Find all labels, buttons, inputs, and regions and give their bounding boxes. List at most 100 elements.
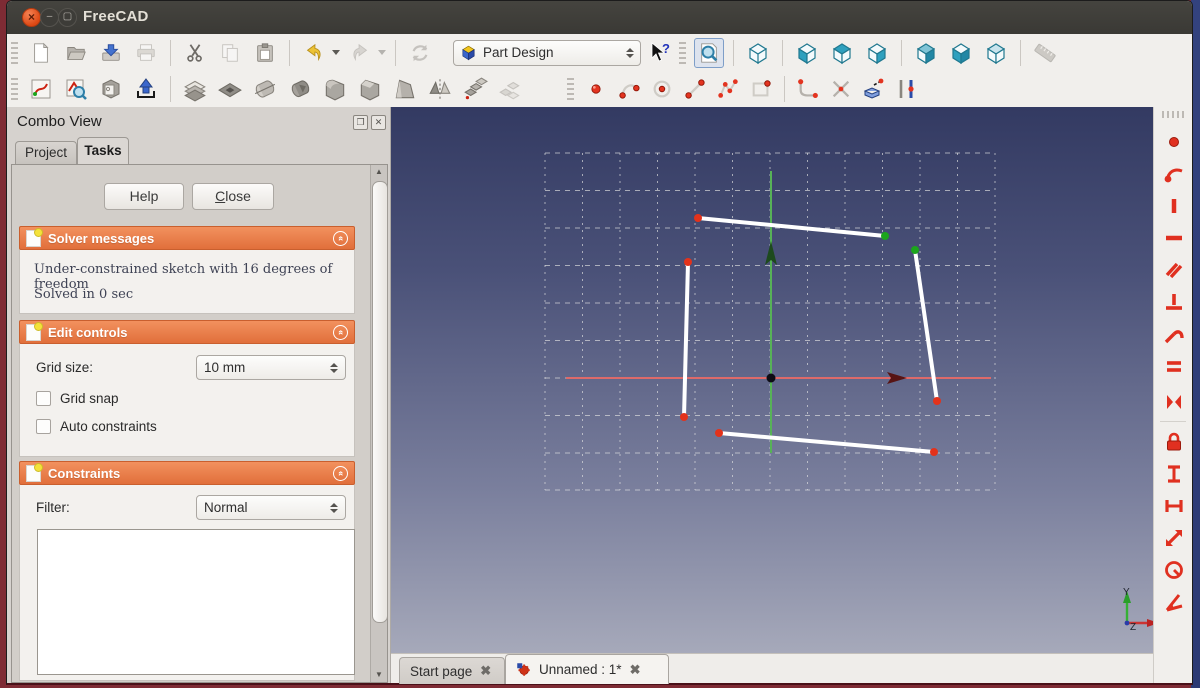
draft-button[interactable] (390, 74, 420, 104)
bottom-view-button[interactable] (946, 38, 976, 68)
groove-button[interactable] (285, 74, 315, 104)
sketch-canvas[interactable]: Y X Z (391, 107, 1170, 653)
new-sketch-button[interactable] (26, 74, 56, 104)
constrain-parallel-button[interactable] (1161, 257, 1187, 283)
fit-all-button[interactable] (694, 37, 724, 68)
constraints-header[interactable]: Constraints » (19, 461, 355, 485)
copy-button[interactable] (215, 38, 245, 68)
redo-button[interactable] (345, 38, 375, 68)
rear-view-button[interactable] (911, 38, 941, 68)
create-circle-button[interactable] (648, 75, 676, 103)
tab-start-page[interactable]: Start page ✖ (399, 657, 505, 684)
3d-viewport[interactable]: Y X Z (391, 107, 1170, 653)
open-document-button[interactable] (61, 38, 91, 68)
constrain-tangent-button[interactable] (1161, 321, 1187, 347)
constrain-coincident-button[interactable] (1161, 129, 1187, 155)
constrain-symmetric-button[interactable] (1161, 389, 1187, 415)
constrain-vertical-distance-button[interactable] (1161, 461, 1187, 487)
tab-close-icon[interactable]: ✖ (480, 663, 491, 679)
constrain-point-on-object-button[interactable] (1161, 161, 1187, 187)
leave-sketch-button[interactable] (131, 74, 161, 104)
front-view-button[interactable] (792, 38, 822, 68)
construction-mode-button[interactable] (893, 75, 921, 103)
close-button[interactable]: Close (192, 183, 274, 210)
grid-size-combobox[interactable]: 10 mm (196, 355, 346, 380)
tab-tasks[interactable]: Tasks (77, 137, 129, 164)
constrain-horizontal-distance-button[interactable] (1161, 493, 1187, 519)
auto-constraints-checkbox[interactable] (36, 419, 51, 434)
undo-button[interactable] (299, 38, 329, 68)
pocket-button[interactable] (215, 74, 245, 104)
toolbar-handle[interactable] (679, 41, 686, 64)
toolbar-handle[interactable] (11, 78, 18, 100)
linear-pattern-button[interactable] (460, 74, 490, 104)
measure-distance-button[interactable] (1030, 38, 1060, 68)
sketch-line-left[interactable] (682, 260, 690, 419)
collapse-icon[interactable]: » (333, 465, 348, 481)
whats-this-button[interactable]: ? (646, 39, 674, 67)
top-view-button[interactable] (827, 38, 857, 68)
scrollbar-thumb[interactable] (372, 181, 388, 623)
create-rectangle-button[interactable] (747, 75, 775, 103)
pad-button[interactable] (180, 74, 210, 104)
print-button[interactable] (131, 38, 161, 68)
edit-sketch-button[interactable] (61, 74, 91, 104)
grid-snap-checkbox[interactable] (36, 391, 51, 406)
solver-messages-header[interactable]: Solver messages » (19, 226, 355, 250)
scroll-up-arrow[interactable]: ▲ (371, 165, 387, 179)
revolution-button[interactable] (250, 74, 280, 104)
constrain-internal-angle-button[interactable] (1161, 589, 1187, 615)
sketch-fillet-button[interactable] (794, 75, 822, 103)
help-button[interactable]: Help (104, 183, 184, 210)
trim-edge-button[interactable] (827, 75, 855, 103)
create-point-button[interactable] (582, 75, 610, 103)
create-polyline-button[interactable] (714, 75, 742, 103)
y-axis[interactable] (765, 171, 777, 453)
right-view-button[interactable] (862, 38, 892, 68)
constraint-list[interactable] (37, 529, 355, 675)
edit-controls-header[interactable]: Edit controls » (19, 320, 355, 344)
create-line-button[interactable] (681, 75, 709, 103)
cut-button[interactable] (180, 38, 210, 68)
sketch-lines[interactable] (682, 216, 939, 454)
x-axis[interactable] (566, 372, 991, 384)
create-arc-button[interactable] (615, 75, 643, 103)
window-minimize-button[interactable]: – (40, 8, 59, 27)
fillet-button[interactable] (320, 74, 350, 104)
workbench-spinner[interactable] (626, 47, 634, 58)
toolbar-handle[interactable] (567, 78, 574, 100)
redo-dropdown-caret[interactable] (378, 50, 386, 55)
panel-close-button[interactable]: ✕ (371, 115, 386, 130)
filter-spinner[interactable] (330, 502, 338, 513)
save-document-button[interactable] (96, 38, 126, 68)
new-document-button[interactable] (26, 38, 56, 68)
left-view-button[interactable] (981, 38, 1011, 68)
undo-dropdown-caret[interactable] (332, 50, 340, 55)
chamfer-button[interactable] (355, 74, 385, 104)
refresh-button[interactable] (405, 38, 435, 68)
grid-snap-row[interactable]: Grid snap (36, 391, 119, 406)
constrain-horizontal-button[interactable] (1161, 225, 1187, 251)
window-maximize-button[interactable]: ▢ (58, 8, 77, 27)
toolbar-handle[interactable] (11, 41, 18, 64)
origin-point[interactable] (766, 373, 776, 383)
tab-project[interactable]: Project (15, 141, 77, 164)
constrain-equal-button[interactable] (1161, 353, 1187, 379)
constrain-distance-button[interactable] (1161, 525, 1187, 551)
multitransform-button[interactable] (495, 74, 525, 104)
constrain-radius-button[interactable] (1161, 557, 1187, 583)
sketch-line-bottom[interactable] (717, 431, 936, 454)
map-sketch-button[interactable] (96, 74, 126, 104)
mirrored-button[interactable] (425, 74, 455, 104)
paste-button[interactable] (250, 38, 280, 68)
external-geometry-button[interactable] (860, 75, 888, 103)
filter-combobox[interactable]: Normal (196, 495, 346, 520)
auto-constraints-row[interactable]: Auto constraints (36, 419, 157, 434)
scroll-down-arrow[interactable]: ▼ (371, 668, 387, 682)
panel-float-button[interactable]: ❐ (353, 115, 368, 130)
axonometric-view-button[interactable] (743, 38, 773, 68)
sketch-points[interactable] (680, 214, 941, 456)
constrain-vertical-button[interactable] (1161, 193, 1187, 219)
constrain-lock-button[interactable] (1161, 429, 1187, 455)
grid-size-spinner[interactable] (330, 362, 338, 373)
